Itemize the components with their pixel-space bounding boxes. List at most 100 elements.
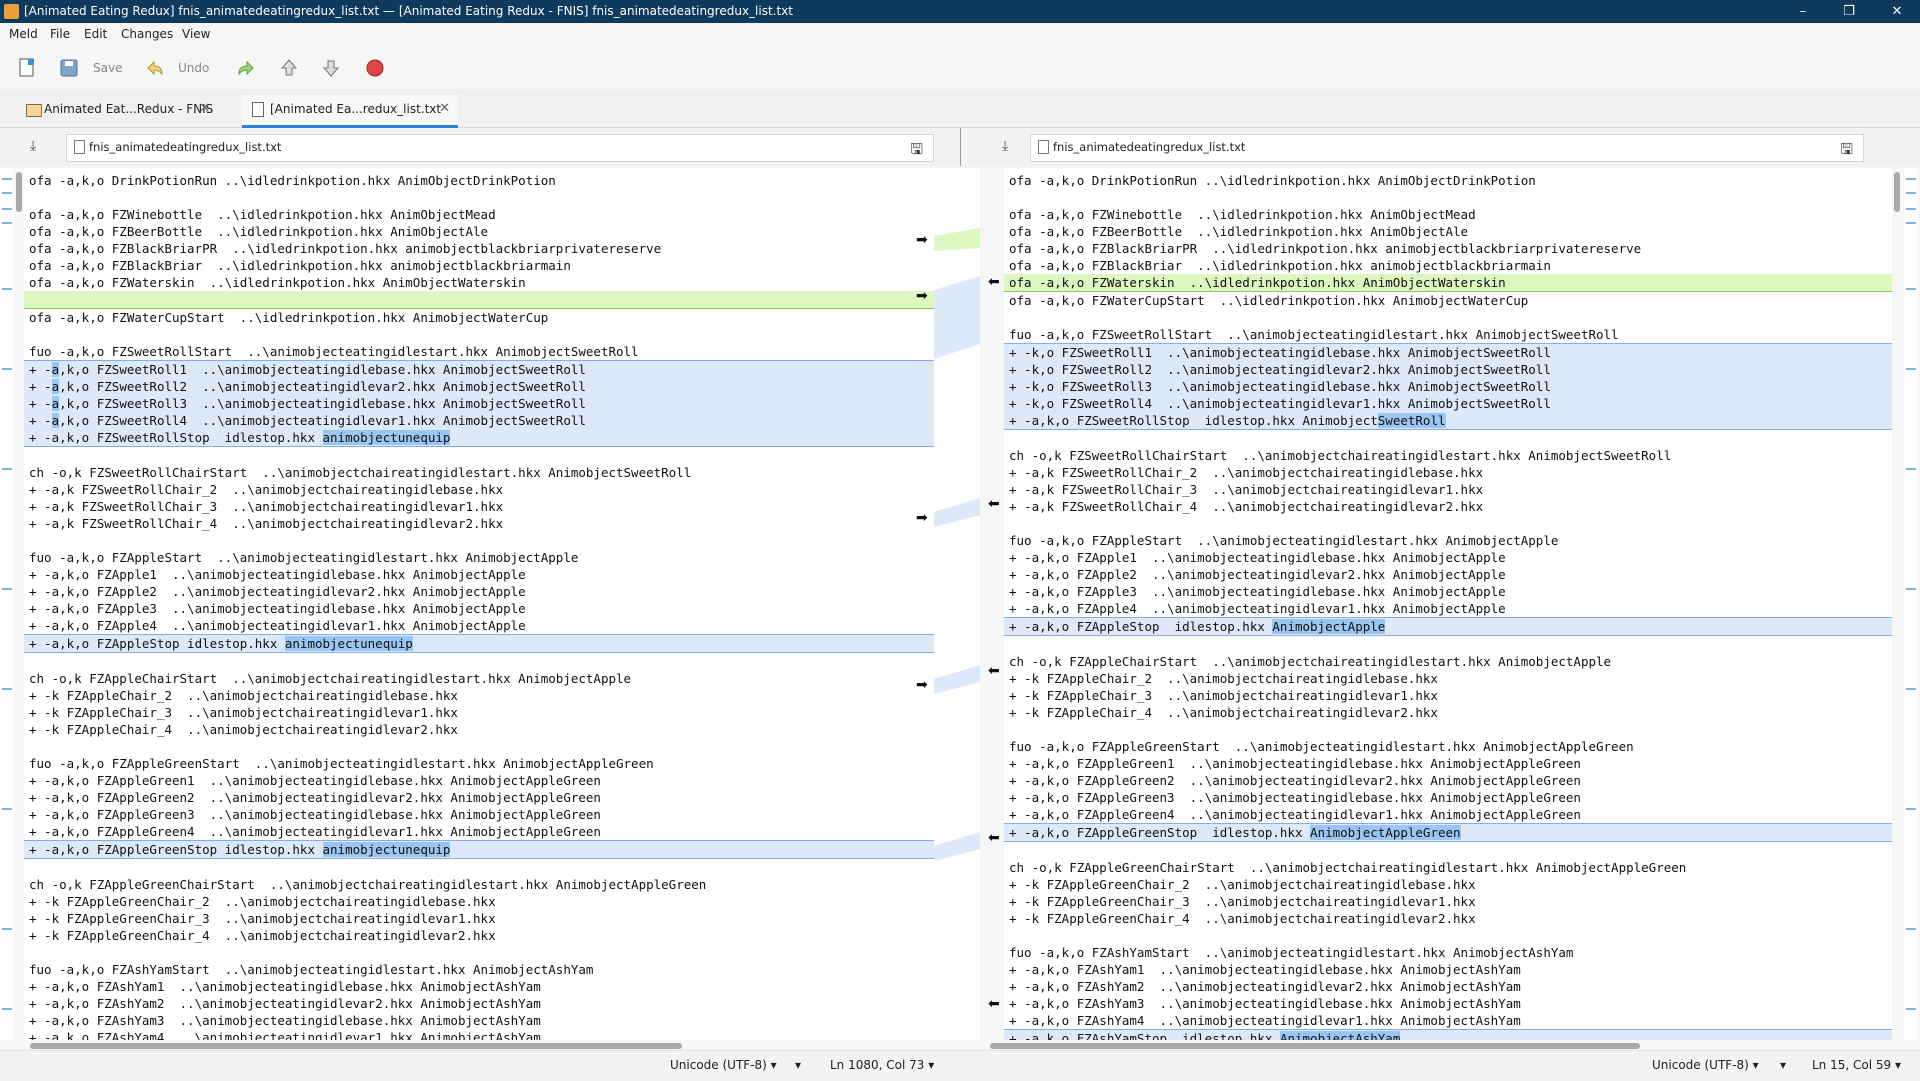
- push-right-arrow-icon[interactable]: ➡: [916, 677, 928, 693]
- menu-edit[interactable]: Edit: [84, 27, 107, 41]
- document-icon: [74, 140, 85, 154]
- push-left-arrow-icon[interactable]: ⬅: [988, 663, 1000, 679]
- code-line: + -k FZAppleChair_4 ..\animobjectchairea…: [29, 722, 458, 737]
- right-text-pane[interactable]: ofa -a,k,o DrinkPotionRun ..\idledrinkpo…: [1004, 168, 1892, 1040]
- previous-change-icon[interactable]: [278, 57, 300, 79]
- code-line: ofa -a,k,o FZBlackBriarPR ..\idledrinkpo…: [1009, 241, 1642, 256]
- code-line: + -a,k,o FZApple3 ..\animobjecteatingidl…: [1009, 584, 1506, 599]
- code-line: + -a,k,o FZAppleStop idlestop.hkx Animob…: [1004, 617, 1892, 636]
- code-line: ofa -a,k,o FZBlackBriarPR ..\idledrinkpo…: [29, 241, 662, 256]
- left-file-chooser[interactable]: fnis_animatedeatingredux_list.txt 🖫: [66, 134, 934, 162]
- save-icon[interactable]: [58, 57, 80, 79]
- tab-label: Animated Eat...Redux - FNIS: [44, 102, 214, 116]
- menu-changes[interactable]: Changes: [121, 27, 173, 41]
- close-window-button[interactable]: ✕: [1874, 0, 1920, 23]
- code-line: ofa -a,k,o FZWaterCupStart ..\idledrinkp…: [1009, 293, 1529, 308]
- left-horizontal-scrollbar[interactable]: [30, 1043, 682, 1049]
- code-line: ch -o,k FZSweetRollChairStart ..\animobj…: [1009, 448, 1672, 463]
- code-line: + -a,k FZSweetRollChair_4 ..\animobjectc…: [1009, 499, 1484, 514]
- code-line: + -a,k FZSweetRollChair_4 ..\animobjectc…: [29, 516, 504, 531]
- menu-meld[interactable]: Meld: [9, 27, 38, 41]
- right-horizontal-scrollbar[interactable]: [990, 1043, 1640, 1049]
- left-change-map[interactable]: [0, 168, 14, 1040]
- code-line: + -a,k FZSweetRollChair_3 ..\animobjectc…: [1009, 482, 1484, 497]
- right-change-map[interactable]: [1904, 168, 1918, 1040]
- save-file-icon[interactable]: 🖫: [1840, 139, 1853, 164]
- code-line: + -k FZAppleGreenChair_2 ..\animobjectch…: [1009, 877, 1476, 892]
- status-bar: Unicode (UTF-8) ▾ ▾ Ln 1080, Col 73 ▾ Un…: [0, 1050, 1920, 1081]
- left-text-pane[interactable]: ofa -a,k,o DrinkPotionRun ..\idledrinkpo…: [24, 168, 934, 1040]
- minimize-button[interactable]: –: [1780, 0, 1826, 23]
- code-line: ofa -a,k,o FZBeerBottle ..\idledrinkpoti…: [1009, 224, 1469, 239]
- push-left-arrow-icon[interactable]: ⬅: [988, 996, 1000, 1012]
- code-line: + -k,o FZSweetRoll1 ..\animobjecteatingi…: [1004, 343, 1892, 361]
- tab-label: [Animated Ea...redux_list.txt: [270, 102, 442, 116]
- undo-icon[interactable]: [144, 57, 166, 79]
- left-position-label: Ln 1080, Col 73: [830, 1058, 925, 1072]
- right-encoding-selector[interactable]: Unicode (UTF-8) ▾: [1652, 1058, 1759, 1072]
- code-line: + -a,k,o FZAppleGreen3 ..\animobjecteati…: [1009, 790, 1581, 805]
- code-line: + -k FZAppleChair_2 ..\animobjectchairea…: [29, 688, 458, 703]
- code-line: + -a,k,o FZAshYam1 ..\animobjecteatingid…: [1009, 962, 1521, 977]
- new-comparison-icon[interactable]: [16, 57, 38, 79]
- push-right-arrow-icon[interactable]: ➡: [916, 288, 928, 304]
- right-file-chooser[interactable]: fnis_animatedeatingredux_list.txt 🖫: [1030, 134, 1864, 162]
- save-file-icon[interactable]: 🖫: [910, 139, 923, 164]
- code-line: fuo -a,k,o FZSweetRollStart ..\animobjec…: [29, 344, 639, 359]
- push-left-arrow-icon[interactable]: ⬅: [988, 496, 1000, 512]
- push-right-arrow-icon[interactable]: ➡: [916, 232, 928, 248]
- link-gutter: ➡ ➡ ➡ ➡ ⬅ ⬅ ⬅ ⬅ ⬅: [916, 168, 1000, 1040]
- stop-icon[interactable]: [364, 57, 386, 79]
- code-line: ofa -a,k,o FZBlackBriar ..\idledrinkpoti…: [29, 258, 571, 273]
- inline-change-highlight: a: [51, 413, 60, 428]
- right-vertical-scrollbar[interactable]: [1894, 172, 1900, 212]
- code-line: + -a,k,o FZAshYam2 ..\animobjecteatingid…: [1009, 979, 1521, 994]
- maximize-button[interactable]: ❐: [1826, 0, 1872, 23]
- tab-close-icon[interactable]: ✕: [199, 95, 210, 123]
- code-line: ofa -a,k,o FZBlackBriar ..\idledrinkpoti…: [1009, 258, 1551, 273]
- code-line: + -k FZAppleChair_3 ..\animobjectchairea…: [29, 705, 458, 720]
- tab-folder-comparison[interactable]: Animated Eat...Redux - FNIS ✕: [20, 95, 218, 125]
- menu-view[interactable]: View: [182, 27, 210, 41]
- left-vertical-scrollbar[interactable]: [16, 172, 22, 212]
- save-button[interactable]: Save: [93, 56, 122, 80]
- tab-file-comparison[interactable]: [Animated Ea...redux_list.txt ✕: [242, 95, 458, 128]
- folder-icon: [26, 104, 42, 117]
- right-cursor-position[interactable]: Ln 15, Col 59 ▾: [1812, 1058, 1901, 1072]
- redo-icon[interactable]: [235, 57, 257, 79]
- chevron-down-icon[interactable]: ▾: [795, 1058, 801, 1072]
- code-line: + -a,k FZSweetRollChair_2 ..\animobjectc…: [29, 482, 504, 497]
- code-line: ch -o,k FZSweetRollChairStart ..\animobj…: [29, 465, 692, 480]
- left-encoding-selector[interactable]: Unicode (UTF-8) ▾: [670, 1058, 777, 1072]
- code-line: + -a,k,o FZSweetRoll4 ..\animobjecteatin…: [24, 412, 934, 429]
- undo-button[interactable]: Undo: [178, 56, 209, 80]
- download-icon[interactable]: ⤓: [1002, 138, 1008, 154]
- document-icon: [252, 102, 264, 117]
- code-line: fuo -a,k,o FZAppleStart ..\animobjecteat…: [1009, 533, 1559, 548]
- code-line: + -k FZAppleGreenChair_4 ..\animobjectch…: [29, 928, 496, 943]
- next-change-icon[interactable]: [320, 57, 342, 79]
- left-cursor-position[interactable]: Ln 1080, Col 73 ▾: [830, 1058, 934, 1072]
- push-left-arrow-icon[interactable]: ⬅: [988, 830, 1000, 846]
- tab-close-icon[interactable]: ✕: [439, 95, 450, 123]
- code-line: + -k,o FZSweetRoll2 ..\animobjecteatingi…: [1004, 361, 1892, 378]
- chevron-down-icon: ▾: [1752, 1058, 1759, 1072]
- chevron-down-icon[interactable]: ▾: [1780, 1058, 1786, 1072]
- right-code-lines: ofa -a,k,o DrinkPotionRun ..\idledrinkpo…: [1004, 172, 1892, 1040]
- download-icon[interactable]: ⤓: [30, 138, 36, 154]
- push-right-arrow-icon[interactable]: ➡: [916, 510, 928, 526]
- code-line: fuo -a,k,o FZAppleGreenStart ..\animobje…: [29, 756, 654, 771]
- code-line: ch -o,k FZAppleChairStart ..\animobjectc…: [29, 671, 632, 686]
- code-line: [24, 291, 934, 309]
- menu-file[interactable]: File: [50, 27, 70, 41]
- code-line: + -a,k,o FZSweetRollStop idlestop.hkx an…: [24, 429, 934, 447]
- code-line: + -k FZAppleChair_2 ..\animobjectchairea…: [1009, 671, 1438, 686]
- push-left-arrow-icon[interactable]: ⬅: [988, 274, 1000, 290]
- code-line: + -a,k,o FZApple4 ..\animobjecteatingidl…: [29, 618, 526, 633]
